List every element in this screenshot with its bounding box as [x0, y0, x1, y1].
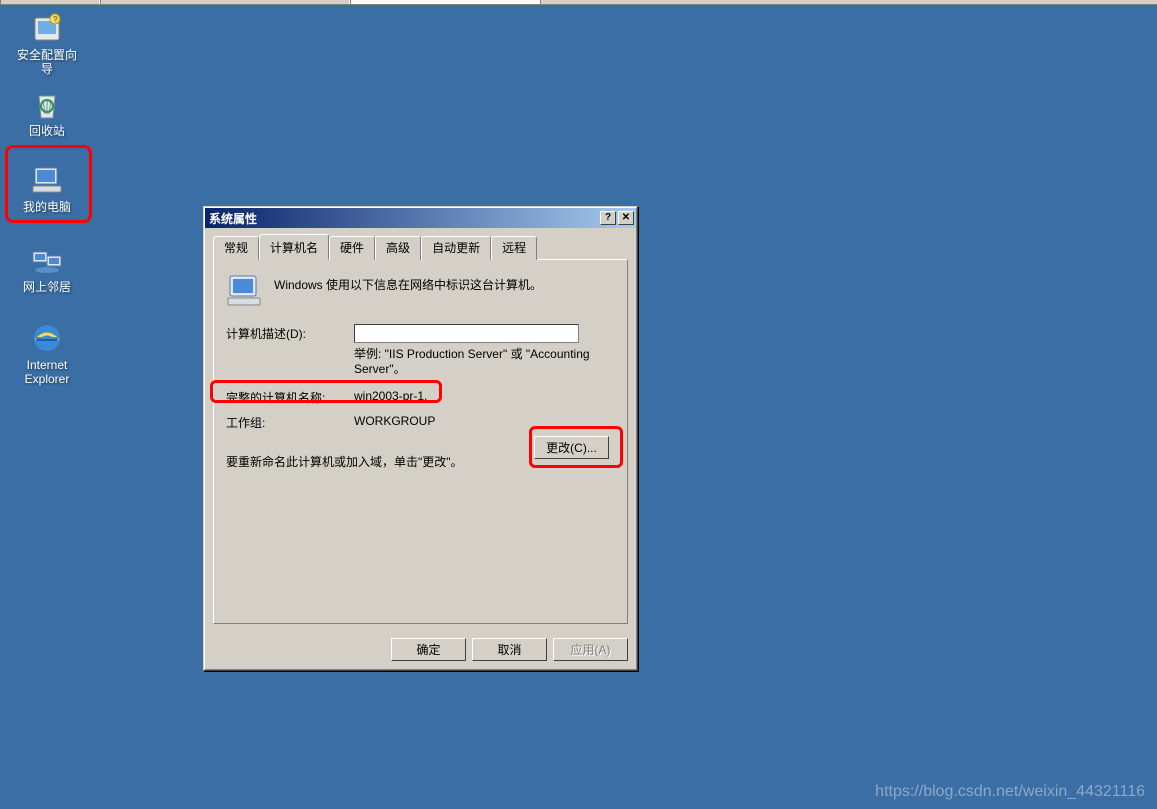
full-name-value: win2003-pr-1. [354, 389, 427, 406]
icon-label: 我的电脑 [8, 200, 86, 214]
system-properties-dialog: 系统属性 ? ✕ 常规 计算机名 硬件 高级 自动更新 远程 Windows 使… [203, 206, 638, 671]
dialog-title: 系统属性 [209, 210, 598, 227]
desktop-icon-recycle-bin[interactable]: 回收站 [8, 86, 86, 138]
icon-label: InternetExplorer [8, 358, 86, 386]
tab-general[interactable]: 常规 [213, 236, 259, 260]
cancel-button[interactable]: 取消 [472, 638, 547, 661]
tab-advanced[interactable]: 高级 [375, 236, 421, 260]
tab-hardware[interactable]: 硬件 [329, 236, 375, 260]
icon-label: 回收站 [8, 124, 86, 138]
recycle-bin-icon [29, 86, 65, 122]
computer-icon [29, 162, 65, 198]
help-button[interactable]: ? [600, 211, 616, 225]
icon-label: 安全配置向导 [8, 48, 86, 76]
desktop-icon-ie[interactable]: InternetExplorer [8, 320, 86, 386]
workgroup-value: WORKGROUP [354, 414, 435, 431]
ie-icon [29, 320, 65, 356]
full-name-label: 完整的计算机名称: [226, 389, 354, 406]
computer-large-icon [226, 272, 264, 310]
intro-text: Windows 使用以下信息在网络中标识这台计算机。 [274, 272, 542, 293]
dialog-button-row: 确定 取消 应用(A) [205, 630, 636, 669]
close-button[interactable]: ✕ [618, 211, 634, 225]
change-button[interactable]: 更改(C)... [534, 436, 609, 459]
tab-auto-update[interactable]: 自动更新 [421, 236, 491, 260]
desktop-icon-network[interactable]: 网上邻居 [8, 242, 86, 294]
description-input[interactable] [354, 324, 579, 343]
desktop-icon-my-computer[interactable]: 我的电脑 [8, 162, 86, 214]
titlebar[interactable]: 系统属性 ? ✕ [205, 208, 636, 228]
svg-text:?: ? [53, 15, 58, 24]
watermark-text: https://blog.csdn.net/weixin_44321116 [875, 783, 1145, 801]
icon-label: 网上邻居 [8, 280, 86, 294]
tab-strip: 常规 计算机名 硬件 高级 自动更新 远程 [213, 236, 628, 260]
description-label: 计算机描述(D): [226, 325, 354, 342]
apply-button[interactable]: 应用(A) [553, 638, 628, 661]
network-icon [29, 242, 65, 278]
tab-remote[interactable]: 远程 [491, 236, 537, 260]
example-text: 举例: "IIS Production Server" 或 "Accountin… [354, 347, 594, 377]
workgroup-label: 工作组: [226, 414, 354, 431]
ok-button[interactable]: 确定 [391, 638, 466, 661]
menu-bar-fragment [0, 0, 1157, 5]
tab-panel-computer-name: Windows 使用以下信息在网络中标识这台计算机。 计算机描述(D): 举例:… [213, 259, 628, 624]
wizard-icon: ? [29, 10, 65, 46]
desktop-icon-security-config[interactable]: ? 安全配置向导 [8, 10, 86, 76]
tab-computer-name[interactable]: 计算机名 [259, 234, 329, 260]
